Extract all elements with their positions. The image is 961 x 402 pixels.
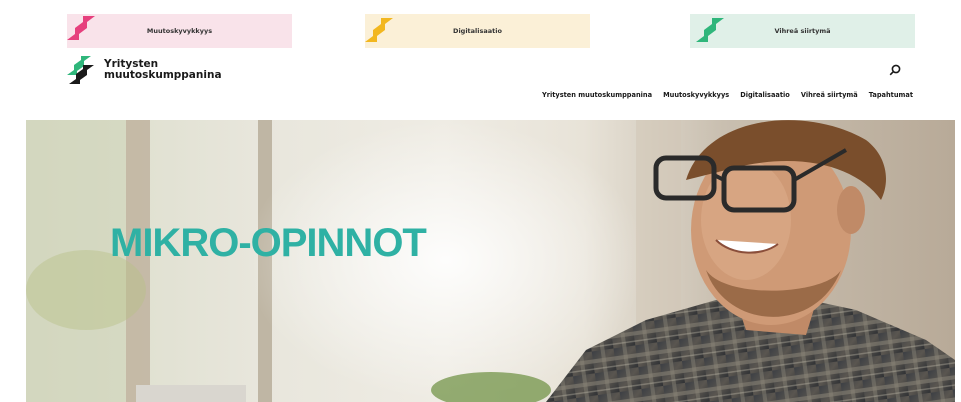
stairs-icon xyxy=(696,18,724,42)
hero-banner: MIKRO-OPINNOT xyxy=(26,120,955,402)
theme-link-muutoskyvykkyys[interactable]: Muutoskyvykkyys xyxy=(67,14,292,48)
nav-item-yritysten-muutoskumppanina[interactable]: Yritysten muutoskumppanina xyxy=(542,91,652,99)
nav-item-digitalisaatio[interactable]: Digitalisaatio xyxy=(740,91,790,99)
theme-label: Muutoskyvykkyys xyxy=(146,27,213,35)
theme-link-vihrea-siirtyma[interactable]: Vihreä siirtymä xyxy=(690,14,915,48)
nav-item-vihrea-siirtyma[interactable]: Vihreä siirtymä xyxy=(801,91,858,99)
logo-text: Yritysten muutoskumppanina xyxy=(104,59,222,81)
logo-icon xyxy=(67,56,94,84)
theme-label: Digitalisaatio xyxy=(453,27,502,35)
stairs-icon xyxy=(365,18,393,42)
search-icon[interactable] xyxy=(889,64,901,76)
nav-item-tapahtumat[interactable]: Tapahtumat xyxy=(869,91,913,99)
nav-item-muutoskyvykkyys[interactable]: Muutoskyvykkyys xyxy=(663,91,729,99)
main-nav: Yritysten muutoskumppanina Muutoskyvykky… xyxy=(542,91,913,99)
logo-line-2: muutoskumppanina xyxy=(104,69,222,81)
theme-link-digitalisaatio[interactable]: Digitalisaatio xyxy=(365,14,590,48)
hero-title: MIKRO-OPINNOT xyxy=(110,221,427,265)
theme-label: Vihreä siirtymä xyxy=(774,27,831,35)
site-logo[interactable]: Yritysten muutoskumppanina xyxy=(66,55,222,85)
stairs-icon xyxy=(67,16,95,40)
